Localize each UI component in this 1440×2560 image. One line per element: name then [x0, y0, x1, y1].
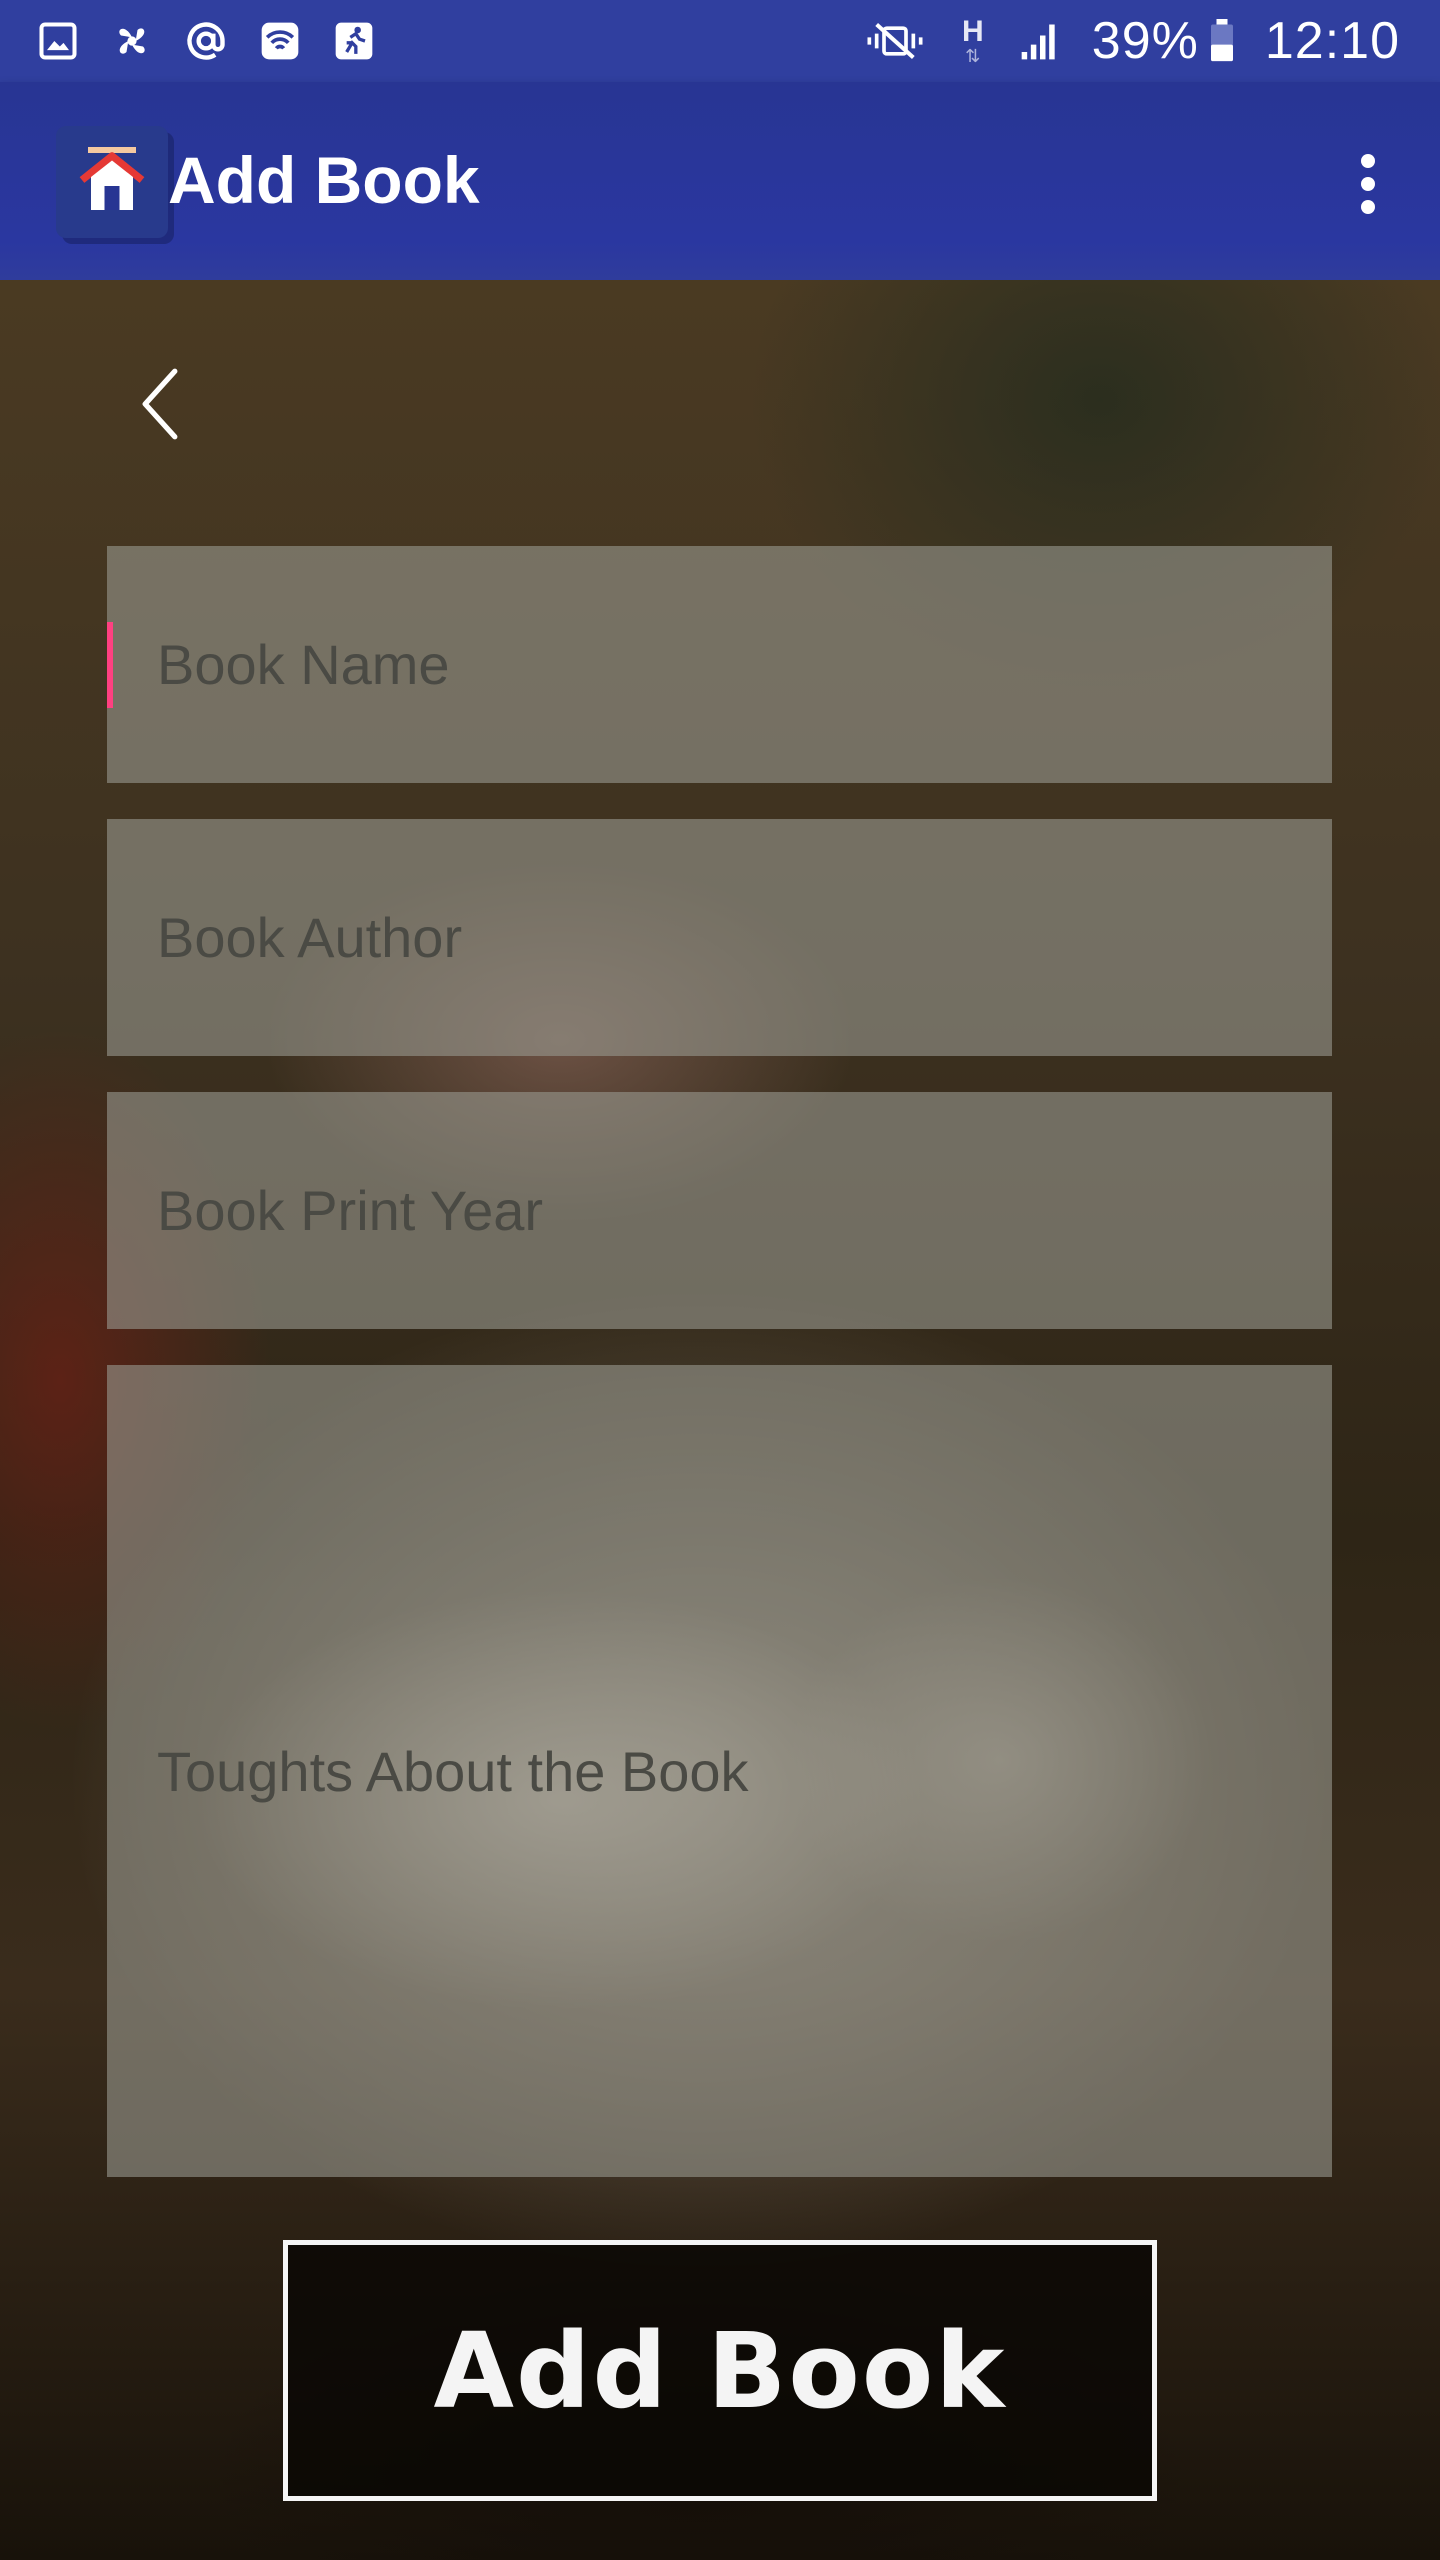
network-h-icon: H ⇅	[961, 15, 984, 66]
at-sign-icon	[184, 19, 228, 63]
book-name-input[interactable]: Book Name	[107, 546, 1332, 783]
vibrate-mute-icon	[862, 19, 928, 63]
signal-icon	[1018, 19, 1062, 63]
book-print-year-placeholder: Book Print Year	[157, 1179, 544, 1242]
overflow-menu-button[interactable]	[1348, 144, 1388, 224]
battery-percent: 39%	[1091, 12, 1199, 70]
book-author-placeholder: Book Author	[157, 906, 463, 969]
status-bar: H ⇅ 39% 12:10	[0, 0, 1440, 82]
book-name-placeholder: Book Name	[157, 633, 450, 696]
app-logo	[56, 126, 168, 238]
book-thoughts-input[interactable]: Toughts About the Book	[107, 1365, 1332, 2177]
focus-indicator	[107, 622, 113, 708]
home-icon	[76, 144, 148, 221]
battery-icon	[1209, 19, 1235, 63]
add-book-button[interactable]: Add Book	[283, 2240, 1157, 2501]
runner-icon	[332, 19, 376, 63]
wifi-icon	[258, 19, 302, 63]
pinwheel-icon	[110, 19, 154, 63]
overflow-dot	[1361, 200, 1375, 214]
overflow-menu-icon	[1361, 154, 1375, 168]
app-bar: Add Book	[0, 82, 1440, 280]
overflow-dot	[1361, 177, 1375, 191]
back-button[interactable]	[124, 358, 196, 454]
book-thoughts-placeholder: Toughts About the Book	[157, 1739, 749, 1803]
book-print-year-input[interactable]: Book Print Year	[107, 1092, 1332, 1329]
chevron-left-icon	[138, 367, 182, 446]
book-author-input[interactable]: Book Author	[107, 819, 1332, 1056]
page-title: Add Book	[168, 143, 480, 217]
image-icon	[36, 19, 80, 63]
clock: 12:10	[1264, 12, 1400, 70]
status-left-icons	[36, 19, 376, 63]
status-right-icons: H ⇅ 39% 12:10	[862, 11, 1400, 71]
add-book-button-label: Add Book	[433, 2309, 1007, 2432]
battery-group: 39%	[1092, 11, 1235, 71]
